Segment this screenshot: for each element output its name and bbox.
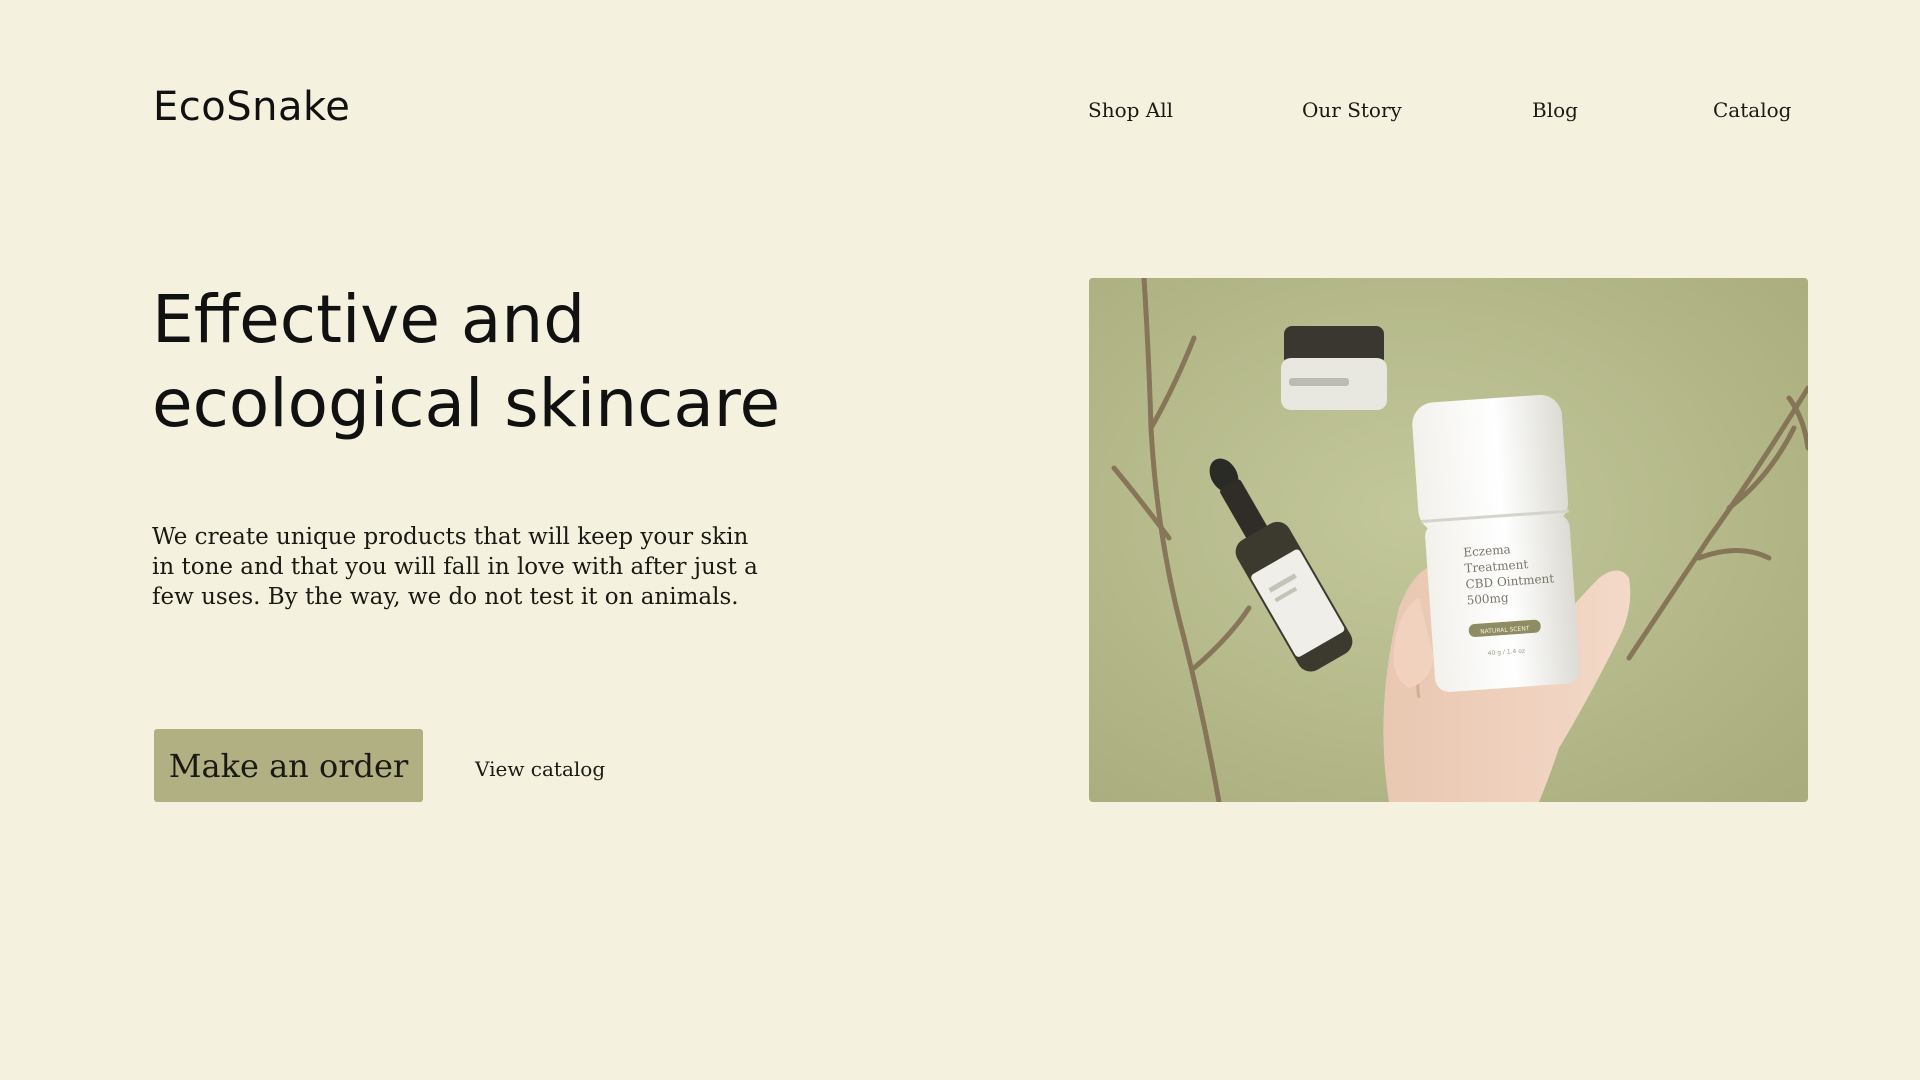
make-order-button[interactable]: Make an order	[154, 729, 423, 802]
hero-product-image: Eczema Treatment CBD Ointment 500mg NATU…	[1089, 278, 1808, 802]
site-header: EcoSnake Shop All Our Story Blog Catalog	[0, 0, 1920, 220]
jar-label-line-4: 500mg	[1466, 591, 1509, 608]
nav-item-shop-all[interactable]: Shop All	[1088, 98, 1173, 122]
hero-title-line-2: ecological skincare	[152, 365, 781, 442]
nav-item-our-story[interactable]: Our Story	[1302, 98, 1402, 122]
main-nav: Shop All Our Story Blog Catalog	[0, 98, 1920, 128]
view-catalog-link[interactable]: View catalog	[475, 757, 605, 781]
product-photo-illustration: Eczema Treatment CBD Ointment 500mg NATU…	[1089, 278, 1808, 802]
nav-item-catalog[interactable]: Catalog	[1713, 98, 1791, 122]
nav-item-blog[interactable]: Blog	[1532, 98, 1578, 122]
hero-title-line-1: Effective and	[152, 281, 586, 358]
hero-description: We create unique products that will keep…	[152, 524, 758, 610]
hero-title: Effective and ecological skincare	[152, 278, 872, 446]
